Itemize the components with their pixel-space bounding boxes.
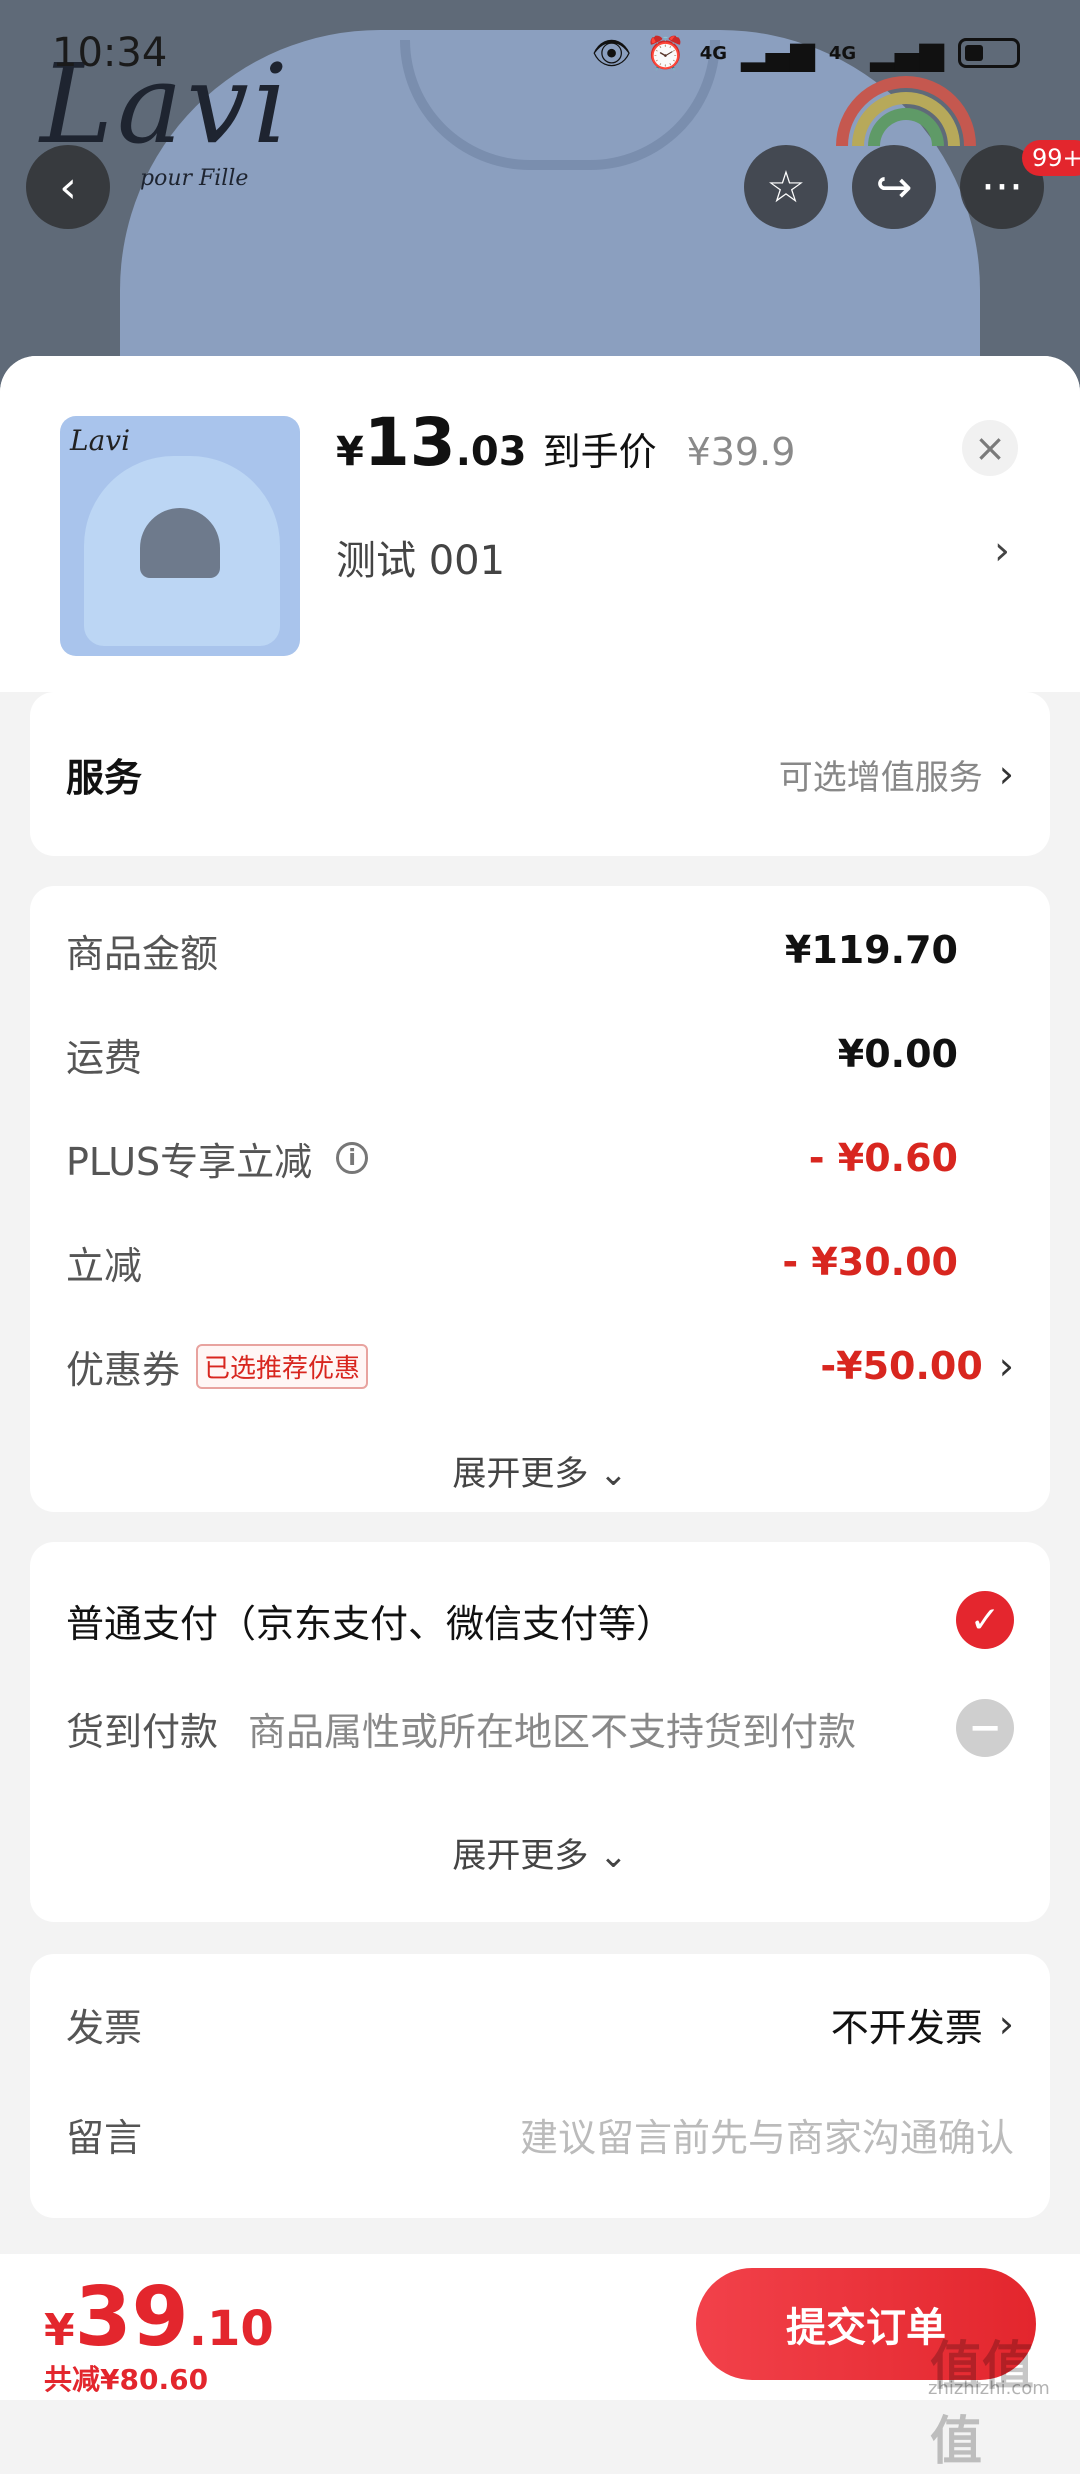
- share-icon: ↪: [875, 161, 913, 213]
- chevron-right-icon: ›: [994, 528, 1010, 574]
- price-symbol: ¥: [336, 429, 364, 475]
- service-label: 服务: [66, 755, 143, 800]
- notification-badge: 99+: [1022, 140, 1080, 176]
- status-bar: 10:34 👁 ⏰ 4G ▂▄▆ 4G ▂▄▆: [0, 0, 1080, 110]
- chevron-down-icon: ⌄: [599, 1836, 628, 1876]
- amounts-card: 商品金额 ¥119.70 运费 ¥0.00 PLUS专享立减 i - ¥0.60…: [30, 886, 1050, 1512]
- price-tag: 到手价: [542, 430, 657, 474]
- instant-discount-row: 立减 - ¥30.00: [66, 1226, 1014, 1298]
- price-row: ¥ 13 .03 到手价 ¥39.9: [336, 404, 795, 481]
- original-price: ¥39.9: [686, 430, 796, 474]
- status-time: 10:34: [52, 30, 168, 76]
- signal-icon-1: ▂▄▆: [741, 34, 815, 72]
- checkmark-icon[interactable]: ✓: [956, 1591, 1014, 1649]
- plus-discount-row: PLUS专享立减 i - ¥0.60: [66, 1122, 1014, 1194]
- expand-more-label: 展开更多: [452, 1454, 589, 1494]
- order-sheet: Lavi ¥ 13 .03 到手价 ¥39.9 测试 001 › 服务 可选增值…: [0, 356, 1080, 2256]
- product-thumbnail[interactable]: Lavi: [60, 416, 300, 656]
- bottom-bar: ¥ 39 .10 共减¥80.60 提交订单 值值值 zhizhizhi.com: [0, 2254, 1080, 2472]
- close-icon: ×: [974, 426, 1006, 470]
- instant-discount-label: 立减: [66, 1243, 143, 1288]
- favorite-button[interactable]: ☆: [744, 145, 828, 229]
- chevron-right-icon: ›: [998, 1344, 1014, 1388]
- coupon-tag: 已选推荐优惠: [196, 1343, 369, 1389]
- brand-logo-sub: pour Fille: [140, 166, 249, 191]
- payment-card: 普通支付（京东支付、微信支付等） ✓ 货到付款 商品属性或所在地区不支持货到付款…: [30, 1542, 1050, 1922]
- watermark-sub: zhizhizhi.com: [928, 2378, 1050, 2399]
- signal-icon-2: ▂▄▆: [870, 34, 944, 72]
- message-row[interactable]: 留言 建议留言前先与商家沟通确认: [66, 2098, 1014, 2170]
- payment-cod-row: 货到付款 商品属性或所在地区不支持货到付款 −: [66, 1692, 1014, 1764]
- coupon-row[interactable]: 优惠券 已选推荐优惠 -¥50.00 ›: [66, 1330, 1014, 1402]
- service-row[interactable]: 服务 可选增值服务 ›: [66, 738, 1014, 810]
- expand-more-amounts[interactable]: 展开更多 ⌄: [30, 1446, 1050, 1495]
- network-indicator-1: 4G: [699, 42, 728, 64]
- expand-more-payment[interactable]: 展开更多 ⌄: [30, 1828, 1050, 1877]
- goods-amount-label: 商品金额: [66, 931, 219, 976]
- plus-discount-label: PLUS专享立减: [66, 1139, 313, 1184]
- battery-icon: [958, 38, 1020, 68]
- watermark: 值值值: [930, 2337, 1035, 2472]
- shipping-label: 运费: [66, 1035, 143, 1080]
- payment-normal-label: 普通支付（京东支付、微信支付等）: [66, 1601, 675, 1646]
- alarm-icon: ⏰: [645, 34, 686, 72]
- service-card[interactable]: 服务 可选增值服务 ›: [30, 692, 1050, 856]
- payment-normal-row[interactable]: 普通支付（京东支付、微信支付等） ✓: [66, 1584, 1014, 1656]
- shipping-value: ¥0.00: [837, 1032, 958, 1076]
- invoice-card: 发票 不开发票 › 留言 建议留言前先与商家沟通确认: [30, 1954, 1050, 2218]
- close-button[interactable]: ×: [962, 420, 1018, 476]
- share-button[interactable]: ↪: [852, 145, 936, 229]
- service-value: 可选增值服务: [778, 757, 983, 798]
- chevron-right-icon: ›: [998, 752, 1014, 796]
- total-decimal: .10: [188, 2301, 274, 2357]
- total-integer: 39: [74, 2270, 189, 2365]
- service-value-wrap: 可选增值服务 ›: [779, 750, 1014, 799]
- back-button[interactable]: ‹: [26, 145, 110, 229]
- variant-selector[interactable]: 测试 001: [336, 528, 505, 586]
- goods-amount-value: ¥119.70: [784, 928, 958, 972]
- message-label: 留言: [66, 2115, 143, 2160]
- plus-discount-value: - ¥0.60: [808, 1136, 958, 1180]
- coupon-label: 优惠券: [66, 1347, 181, 1392]
- price-decimal: .03: [455, 429, 527, 475]
- invoice-label: 发票: [66, 2005, 143, 2050]
- disabled-minus-icon: −: [956, 1699, 1014, 1757]
- goods-amount-row: 商品金额 ¥119.70: [66, 914, 1014, 986]
- shipping-row: 运费 ¥0.00: [66, 1018, 1014, 1090]
- eye-icon: 👁: [591, 34, 632, 72]
- invoice-row[interactable]: 发票 不开发票 ›: [66, 1988, 1014, 2060]
- invoice-value: 不开发票: [830, 2005, 983, 2050]
- coupon-value: -¥50.00: [820, 1344, 983, 1388]
- chevron-left-icon: ‹: [59, 161, 77, 213]
- network-indicator-2: 4G: [828, 42, 857, 64]
- expand-more-label: 展开更多: [452, 1836, 589, 1876]
- chevron-down-icon: ⌄: [599, 1454, 628, 1494]
- thumbnail-brand: Lavi: [70, 424, 131, 457]
- star-icon: ☆: [766, 161, 806, 213]
- message-input[interactable]: 建议留言前先与商家沟通确认: [520, 2107, 1014, 2162]
- instant-discount-value: - ¥30.00: [782, 1240, 958, 1284]
- payment-cod-label: 货到付款: [66, 1709, 219, 1754]
- total-saved: 共减¥80.60: [44, 2363, 209, 2396]
- thumbnail-dino-print: [140, 508, 220, 578]
- price-integer: 13: [363, 404, 456, 481]
- total-symbol: ¥: [44, 2305, 75, 2356]
- total-price: ¥ 39 .10: [44, 2270, 274, 2365]
- chevron-right-icon: ›: [998, 2002, 1014, 2046]
- more-dots-icon: ···: [981, 161, 1023, 213]
- payment-cod-note: 商品属性或所在地区不支持货到付款: [248, 1709, 857, 1754]
- info-icon[interactable]: i: [336, 1142, 369, 1174]
- product-summary-card: Lavi ¥ 13 .03 到手价 ¥39.9 测试 001 ›: [0, 356, 1080, 692]
- status-icons: 👁 ⏰ 4G ▂▄▆ 4G ▂▄▆: [591, 34, 1020, 72]
